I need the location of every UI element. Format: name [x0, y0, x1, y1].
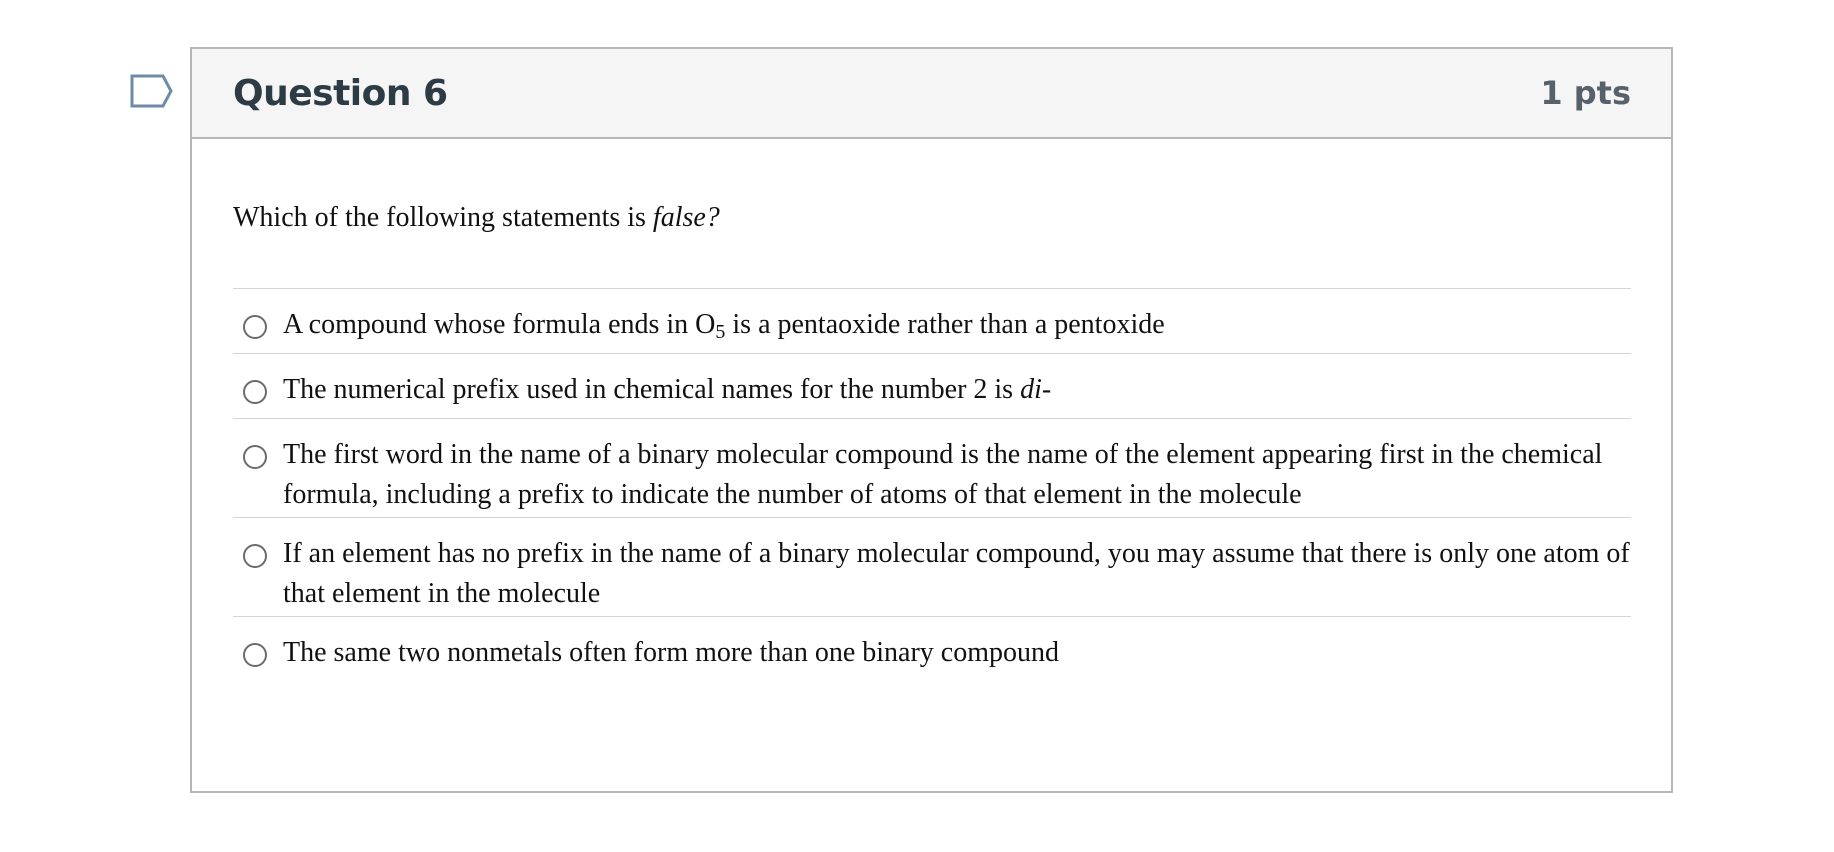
- question-body: Which of the following statements is fal…: [192, 139, 1671, 682]
- answer-label-4: If an element has no prefix in the name …: [283, 538, 1630, 609]
- question-card: Question 6 1 pts Which of the following …: [190, 47, 1673, 793]
- answer-label-5: The same two nonmetals often form more t…: [283, 637, 1060, 668]
- answer-1-before: A compound whose formula ends in O: [283, 309, 716, 340]
- answer-option-3[interactable]: The first word in the name of a binary m…: [233, 419, 1631, 518]
- radio-unchecked-icon[interactable]: [243, 544, 267, 568]
- answer-1-after: is a pentaoxide rather than a pentoxide: [725, 309, 1165, 340]
- radio-unchecked-icon[interactable]: [243, 643, 267, 667]
- answer-option-5[interactable]: The same two nonmetals often form more t…: [233, 617, 1631, 682]
- radio-unchecked-icon[interactable]: [243, 315, 267, 339]
- radio-unchecked-icon[interactable]: [243, 380, 267, 404]
- answer-option-1[interactable]: A compound whose formula ends in O5 is a…: [233, 289, 1631, 354]
- question-points: 1 pts: [1540, 74, 1631, 112]
- answer-option-4[interactable]: If an element has no prefix in the name …: [233, 518, 1631, 617]
- answer-list: A compound whose formula ends in O5 is a…: [233, 288, 1631, 682]
- question-prompt-text: Which of the following statements is: [233, 202, 653, 233]
- answer-label-1: A compound whose formula ends in O5 is a…: [283, 305, 1165, 345]
- answer-2-before: The numerical prefix used in chemical na…: [283, 374, 1021, 405]
- answer-label-3: The first word in the name of a binary m…: [283, 439, 1603, 510]
- flag-question-icon[interactable]: [130, 74, 174, 108]
- answer-option-2[interactable]: The numerical prefix used in chemical na…: [233, 354, 1631, 419]
- radio-unchecked-icon[interactable]: [243, 445, 267, 469]
- question-title: Question 6: [233, 72, 448, 114]
- question-prompt-emphasis: false?: [652, 202, 720, 233]
- question-header: Question 6 1 pts: [192, 49, 1671, 139]
- answer-1-subscript: 5: [715, 321, 726, 343]
- question-prompt: Which of the following statements is fal…: [233, 139, 1631, 288]
- quiz-page: Question 6 1 pts Which of the following …: [0, 0, 1834, 852]
- answer-2-emphasis: di-: [1020, 374, 1052, 405]
- answer-label-2: The numerical prefix used in chemical na…: [283, 370, 1051, 410]
